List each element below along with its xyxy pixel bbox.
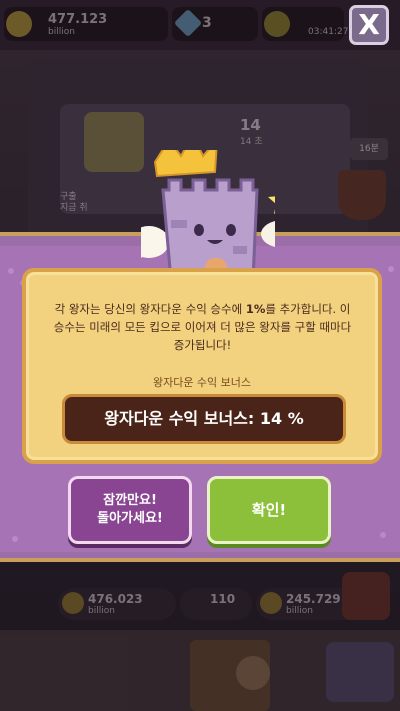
decor-dot bbox=[380, 532, 386, 538]
bonus-value-box: 왕자다운 수익 보너스: 14 % bbox=[62, 394, 346, 444]
confirm-button[interactable]: 확인! bbox=[207, 476, 331, 544]
bonus-description: 각 왕자는 당신의 왕자다운 수익 승수에 1%를 추가합니다. 이 승수는 미… bbox=[50, 300, 355, 354]
close-button[interactable]: X bbox=[349, 5, 389, 45]
tower-mascot bbox=[141, 150, 275, 280]
description-part-1: 각 왕자는 당신의 왕자다운 수익 승수에 bbox=[54, 302, 246, 316]
description-percent: 1% bbox=[245, 302, 266, 316]
go-back-button[interactable]: 잠깐만요! 돌아가세요! bbox=[68, 476, 192, 544]
decor-dot bbox=[388, 266, 394, 272]
go-back-line-2: 돌아가세요! bbox=[97, 511, 163, 526]
info-panel: 각 왕자는 당신의 왕자다운 수익 승수에 1%를 추가합니다. 이 승수는 미… bbox=[22, 268, 382, 464]
decor-dot bbox=[12, 536, 18, 542]
bonus-label: 왕자다운 수익 보너스 bbox=[152, 376, 252, 389]
decor-dot bbox=[8, 268, 14, 274]
tower-mascot-icon bbox=[141, 150, 275, 280]
go-back-line-1: 잠깐만요! bbox=[103, 493, 157, 508]
